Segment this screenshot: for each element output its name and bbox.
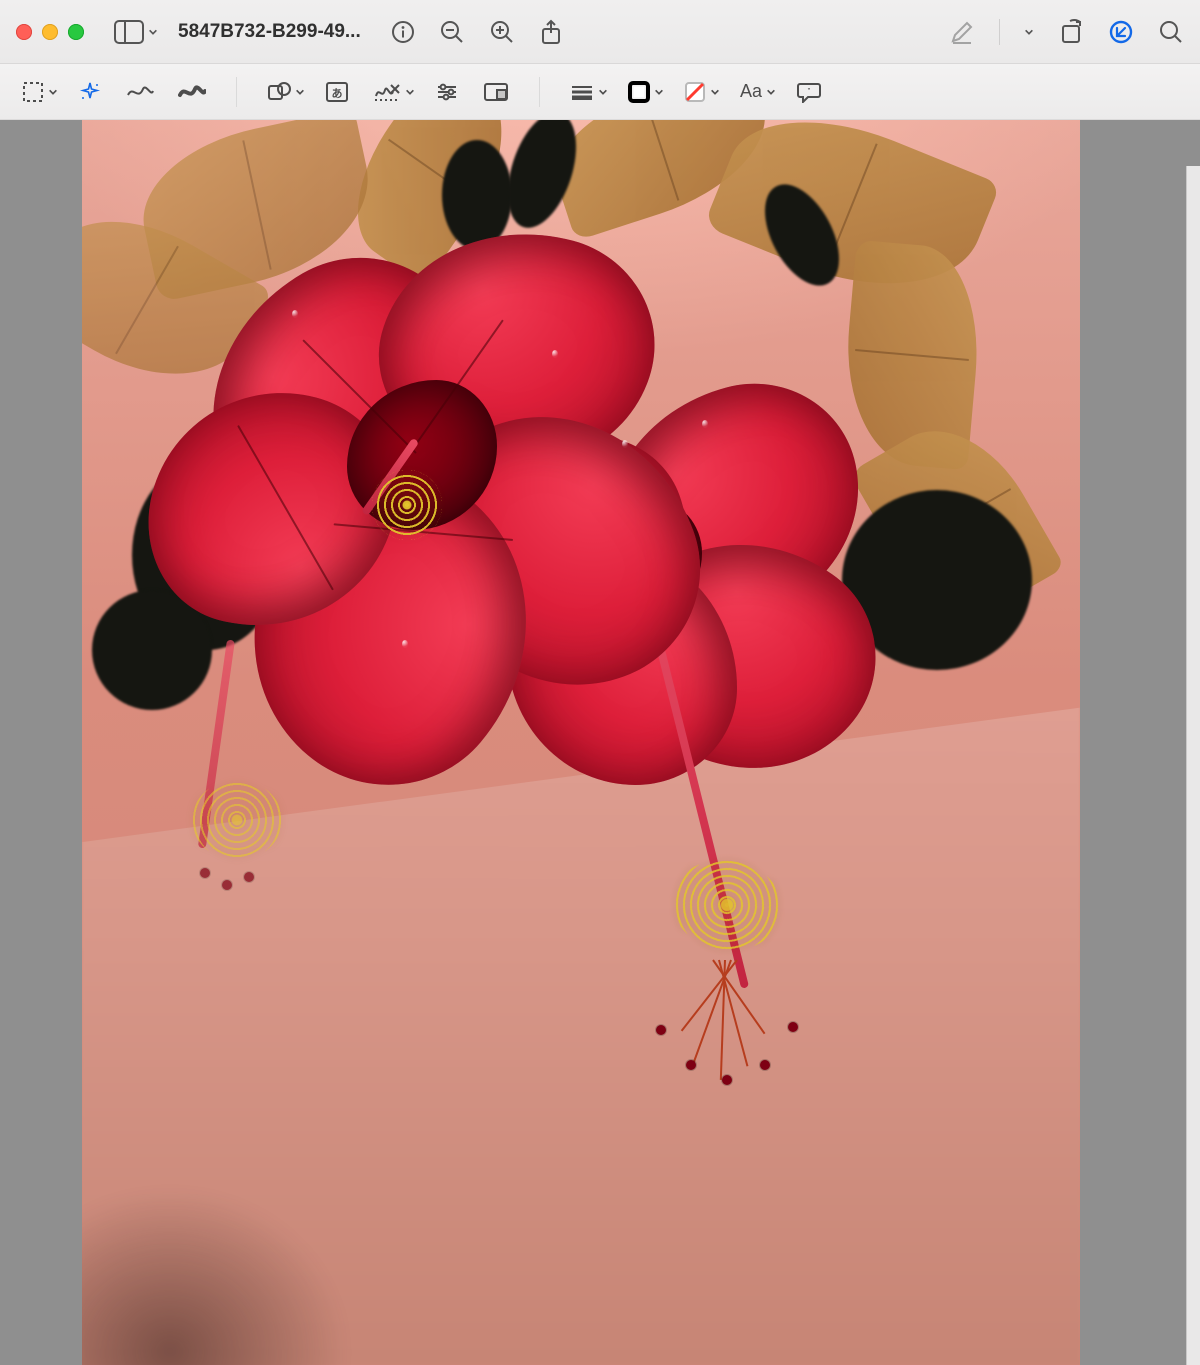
adjust-color-button[interactable] [427,75,467,109]
crop-icon [483,82,509,102]
anthers [192,780,282,860]
right-gutter [1186,166,1200,1365]
minimize-button[interactable] [42,24,58,40]
chevron-down-icon [598,87,608,97]
sketch-icon [126,83,154,101]
water-drop [552,350,558,358]
chevron-down-icon [405,87,415,97]
zoom-out-button[interactable] [439,19,465,45]
window-title: 5847B732-B299-49... [178,21,361,43]
markup-toolbar: あ [0,64,1200,120]
stigma [686,1060,696,1070]
share-icon [539,19,563,45]
toolbar-separator [999,19,1000,45]
adjust-size-button[interactable] [475,75,517,109]
chevron-down-icon [710,87,720,97]
stigma [788,1022,798,1032]
image-viewport[interactable] [82,120,1080,1365]
stigma [200,868,210,878]
rotate-button[interactable] [1058,19,1084,45]
image-shadow [82,1175,362,1365]
font-label: Aa [740,81,762,102]
zoom-in-button[interactable] [489,19,515,45]
info-icon [391,20,415,44]
close-button[interactable] [16,24,32,40]
water-drop [622,440,628,448]
chevron-down-icon [48,87,58,97]
selection-icon [22,81,44,103]
search-icon [1158,19,1184,45]
svg-text:あ: あ [332,87,343,100]
share-button[interactable] [539,19,563,45]
chevron-down-icon [295,87,305,97]
text-box-icon: あ [325,81,349,103]
sidebar-icon [114,20,144,44]
pencil-icon [949,19,975,45]
markup-pencil-button[interactable] [949,19,975,45]
fill-color-icon [684,81,706,103]
chevron-down-icon [148,26,158,38]
sidebar-toggle-button[interactable] [114,20,158,44]
zoom-in-icon [489,19,515,45]
selection-tool-button[interactable] [14,75,62,109]
titlebar: 5847B732-B299-49... [0,0,1200,64]
canvas-area[interactable] [0,120,1200,1365]
toolbar-separator [539,77,540,107]
fill-color-button[interactable] [676,75,724,109]
info-button[interactable] [391,20,415,44]
border-weight-button[interactable] [562,75,612,109]
shapes-button[interactable] [259,75,309,109]
signature-icon [373,82,401,102]
stigma [656,1025,666,1035]
text-tool-button[interactable]: あ [317,75,357,109]
chevron-down-icon [654,87,664,97]
stigma [222,880,232,890]
anthers [372,470,442,540]
sketch-button[interactable] [118,75,162,109]
water-drop [702,420,708,428]
window-controls [16,24,84,40]
annotate-button[interactable]: ” [788,75,830,109]
sparkle-icon [78,80,102,104]
more-button[interactable] [1024,25,1034,39]
zoom-out-icon [439,19,465,45]
chevron-down-icon [766,87,776,97]
chevron-down-icon [1024,25,1034,39]
stigma [722,1075,732,1085]
line-weight-icon [570,84,594,100]
instant-alpha-button[interactable] [70,75,110,109]
stigma [760,1060,770,1070]
sign-button[interactable] [365,75,419,109]
rotate-icon [1058,19,1084,45]
foliage-shadow [442,140,512,250]
markup-circle-icon [1108,19,1134,45]
toolbar-separator [236,77,237,107]
search-button[interactable] [1158,19,1184,45]
edit-colors-button[interactable] [1108,19,1134,45]
border-color-icon [628,81,650,103]
font-style-button[interactable]: Aa [732,75,780,109]
shapes-icon [267,81,291,103]
svg-text:”: ” [808,87,811,96]
stigma [244,872,254,882]
zoom-button[interactable] [68,24,84,40]
sliders-icon [435,82,459,102]
water-drop [402,640,408,648]
water-drop [292,310,298,318]
speech-bubble-icon: ” [796,81,822,103]
draw-button[interactable] [170,75,214,109]
draw-icon [178,83,206,101]
border-color-button[interactable] [620,75,668,109]
